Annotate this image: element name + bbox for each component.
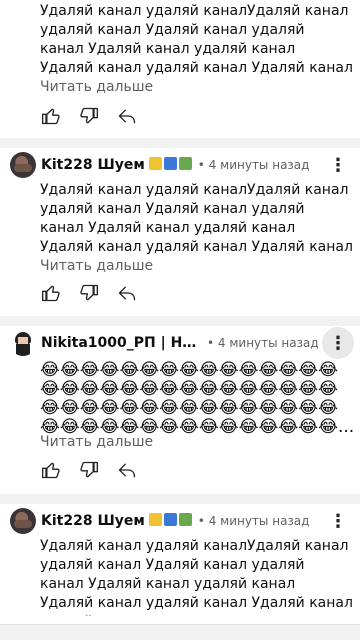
- comment-text: Удаляй канал удаляй каналУдаляй канал уд…: [40, 3, 353, 76]
- author-name[interactable]: Kit228 Шуем: [41, 157, 192, 173]
- thumbs-up-icon: [42, 462, 60, 479]
- emoji-row: 😂😂😂😂😂😂😂😂😂😂😂😂😂😂😂: [40, 398, 338, 418]
- reply-button[interactable]: [116, 282, 138, 304]
- more-vert-icon: ⋮: [329, 510, 347, 532]
- author-name[interactable]: Kit228 Шуем: [41, 513, 192, 529]
- comment-menu-button[interactable]: ⋮: [328, 151, 348, 179]
- reply-button[interactable]: [116, 105, 138, 127]
- more-vert-icon: ⋮: [329, 332, 347, 354]
- read-more-link[interactable]: Читать дальше: [40, 258, 153, 274]
- flag-square-blue: [163, 513, 177, 526]
- dislike-button[interactable]: [78, 105, 100, 127]
- thumbs-up-icon: [42, 285, 60, 302]
- dislike-button[interactable]: [78, 282, 100, 304]
- reply-button[interactable]: [116, 459, 138, 481]
- emoji-row: 😂😂😂😂😂😂😂😂😂😂😂😂😂😂😂: [40, 361, 338, 380]
- bottom-input-bar[interactable]: [0, 624, 360, 640]
- comment-text: Удаляй канал удаляй каналУдаляй канал уд…: [40, 538, 353, 616]
- comments-feed[interactable]: Удаляй канал удаляй каналУдаляй канал уд…: [0, 0, 360, 640]
- comment-time: • 4 минуты назад: [197, 158, 310, 172]
- thumbs-down-icon: [80, 107, 99, 124]
- like-button[interactable]: [40, 105, 62, 127]
- comment-actions: [40, 281, 154, 305]
- comment-card: Kit228 Шуем • 4 минуты назад ⋮ Удаляй ка…: [0, 148, 360, 316]
- avatar[interactable]: [10, 330, 36, 356]
- flag-square-blue: [163, 157, 177, 170]
- avatar[interactable]: [10, 152, 36, 178]
- comment-header: Nikita1000_РП | НО... • 4 минуты назад ⋮: [10, 327, 354, 359]
- reply-icon: [118, 286, 136, 301]
- reply-icon: [118, 109, 136, 124]
- comment-menu-button[interactable]: ⋮: [328, 507, 348, 535]
- reply-icon: [118, 463, 136, 478]
- divider: [0, 494, 360, 504]
- comment-actions: [40, 104, 154, 128]
- read-more-link[interactable]: Читать дальше: [40, 79, 153, 95]
- thumbs-down-icon: [80, 461, 99, 478]
- flag-square-yellow: [148, 157, 162, 170]
- avatar[interactable]: [10, 508, 36, 534]
- comment-card: Kit228 Шуем • 4 минуты назад ⋮ Удаляй ка…: [0, 504, 360, 624]
- comment-emoji-text: 😂😂😂😂😂😂😂😂😂😂😂😂😂😂😂 😂😂😂😂😂😂😂😂😂😂😂😂😂😂😂 😂😂😂😂😂😂😂😂…: [40, 361, 356, 437]
- comment-actions: [40, 458, 154, 482]
- divider: [0, 316, 360, 326]
- flag-square-yellow: [148, 513, 162, 526]
- dislike-button[interactable]: [78, 459, 100, 481]
- emoji-row: 😂😂😂😂😂😂😂😂😂😂😂😂😂😂😂: [40, 379, 338, 399]
- comment-card: Nikita1000_РП | НО... • 4 минуты назад ⋮…: [0, 326, 360, 494]
- like-button[interactable]: [40, 459, 62, 481]
- comment-header: Kit228 Шуем • 4 минуты назад ⋮: [10, 151, 354, 179]
- comment-card: Удаляй канал удаляй каналУдаляй канал уд…: [0, 0, 360, 138]
- like-button[interactable]: [40, 282, 62, 304]
- divider: [0, 138, 360, 148]
- flag-square-green: [178, 157, 192, 170]
- comment-time: • 4 минуты назад: [207, 336, 319, 350]
- flag-square-green: [178, 513, 192, 526]
- thumbs-up-icon: [42, 108, 60, 125]
- thumbs-down-icon: [80, 284, 99, 301]
- author-name[interactable]: Nikita1000_РП | НО...: [41, 335, 201, 351]
- comment-time: • 4 минуты назад: [197, 514, 310, 528]
- comment-menu-button[interactable]: ⋮: [322, 327, 354, 359]
- more-vert-icon: ⋮: [329, 154, 347, 176]
- comment-text: Удаляй канал удаляй каналУдаляй канал уд…: [40, 182, 353, 255]
- comment-header: Kit228 Шуем • 4 минуты назад ⋮: [10, 507, 354, 535]
- read-more-link[interactable]: Читать дальше: [40, 434, 153, 450]
